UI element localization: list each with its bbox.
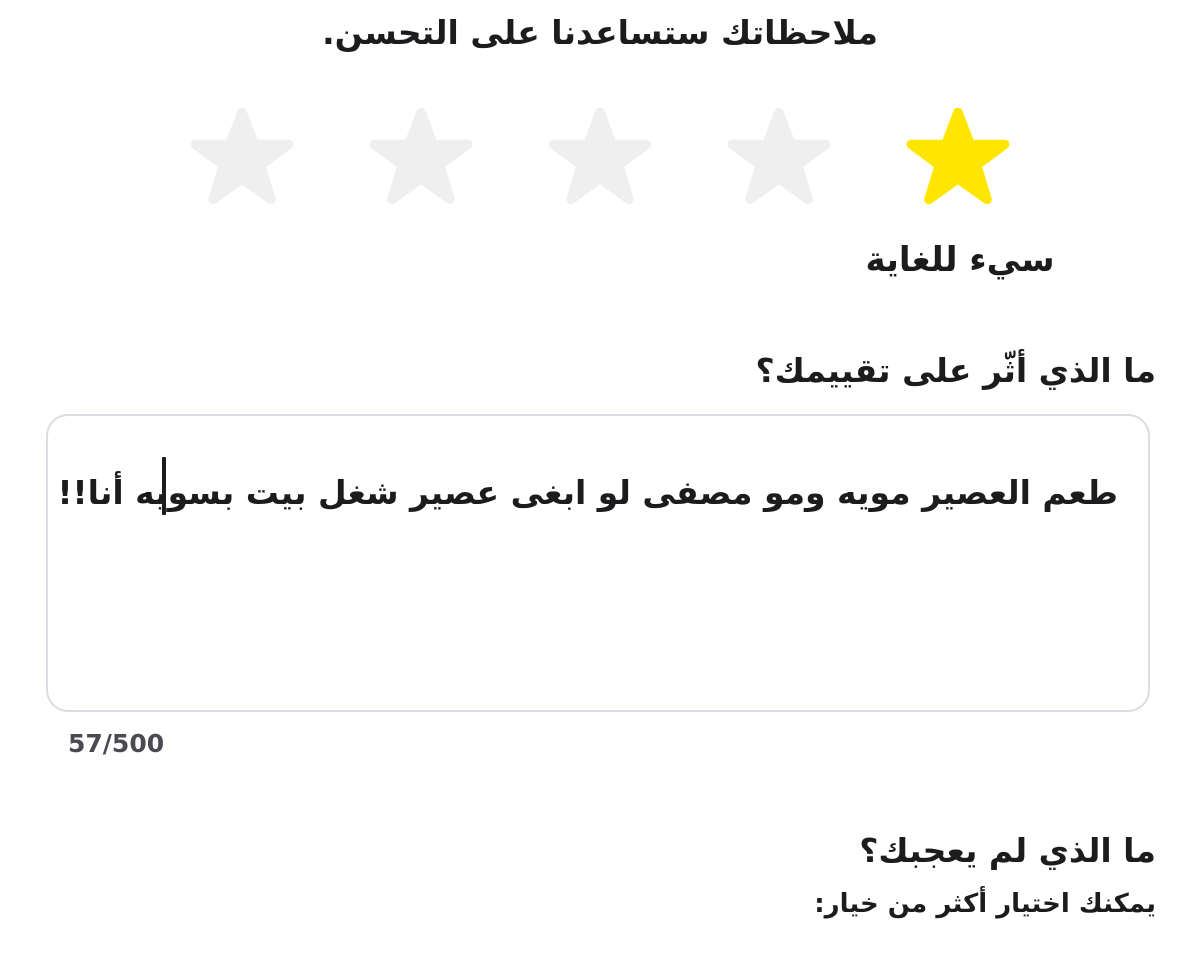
text-caret bbox=[162, 457, 166, 515]
star-3-icon[interactable] bbox=[548, 108, 652, 212]
feedback-question: ما الذي أثّر على تقييمك؟ bbox=[755, 351, 1157, 390]
star-2-icon[interactable] bbox=[727, 108, 831, 212]
character-counter: 57/500 bbox=[68, 729, 165, 758]
page-title: ملاحظاتك ستساعدنا على التحسن. bbox=[322, 13, 878, 52]
rating-label: سيء للغاية bbox=[865, 240, 1055, 280]
dislikes-hint: يمكنك اختيار أكثر من خيار: bbox=[814, 889, 1156, 919]
star-rating[interactable] bbox=[190, 108, 1010, 214]
star-1-icon[interactable] bbox=[906, 108, 1010, 212]
feedback-text: طعم العصير مويه ومو مصفى لو ابغى عصير شغ… bbox=[57, 473, 1119, 512]
feedback-textarea[interactable]: طعم العصير مويه ومو مصفى لو ابغى عصير شغ… bbox=[46, 414, 1150, 712]
star-5-icon[interactable] bbox=[190, 108, 294, 212]
star-4-icon[interactable] bbox=[369, 108, 473, 212]
dislikes-question: ما الذي لم يعجبك؟ bbox=[859, 831, 1156, 870]
